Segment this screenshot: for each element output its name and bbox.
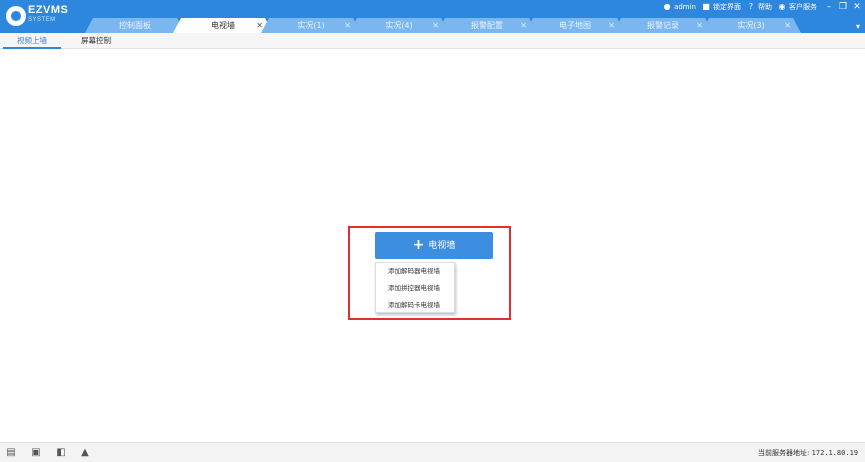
server-address-label: 当前服务器地址: [758,449,810,457]
logo-icon [6,6,26,26]
service-label: 客户服务 [789,3,817,11]
help-button[interactable]: ? 帮助 [747,2,772,12]
tab-label: 报警记录 [647,21,679,30]
close-icon[interactable]: ✕ [784,18,791,33]
chevron-down-icon: ▾ [855,22,860,31]
service-button[interactable]: ◉ 客户服务 [778,2,818,12]
restore-button[interactable]: ❐ [837,1,849,13]
status-bar: ▤ ▣ ◧ ▲ 当前服务器地址: 172.1.80.19 [0,442,865,462]
server-address: 当前服务器地址: 172.1.80.19 [758,443,858,462]
menu-item-decode-card-wall[interactable]: 添加解码卡电视墙 [376,297,454,314]
tab-label: 控制面板 [119,21,151,30]
subtab-video-to-wall[interactable]: 视频上墙 [3,33,61,49]
tab-control-panel[interactable]: 控制面板 [85,18,185,33]
app-window: EZVMS SYSTEM 控制面板 电视墙 ✕ 实况(1) ✕ 实况(4) ✕ … [0,0,865,462]
headset-icon: ◉ [778,2,786,11]
tab-tv-wall[interactable]: 电视墙 ✕ [173,18,273,33]
main-area: + 电视墙 添加解码器电视墙 添加拼控器电视墙 添加解码卡电视墙 [0,50,865,442]
add-tv-wall-menu: 添加解码器电视墙 添加拼控器电视墙 添加解码卡电视墙 [375,262,455,313]
sub-tab-bar: 视频上墙 屏幕控制 [0,33,865,49]
tab-live-1[interactable]: 实况(1) ✕ [261,18,361,33]
subtab-label: 屏幕控制 [81,36,111,45]
menu-item-splicer-wall[interactable]: 添加拼控器电视墙 [376,280,454,297]
tab-label: 实况(4) [385,21,413,30]
subtab-label: 视频上墙 [17,36,47,45]
tab-label: 实况(3) [737,21,765,30]
close-icon[interactable]: ✕ [608,18,615,33]
close-icon[interactable]: ✕ [696,18,703,33]
logo-subtext: SYSTEM [28,17,56,23]
help-icon: ? [748,2,754,11]
title-bar: EZVMS SYSTEM 控制面板 电视墙 ✕ 实况(1) ✕ 实况(4) ✕ … [0,0,865,33]
close-icon: ✕ [853,2,861,12]
restore-icon: ❐ [838,2,848,12]
tab-alarm-log[interactable]: 报警记录 ✕ [613,18,713,33]
add-tv-wall-button[interactable]: + 电视墙 [375,232,493,259]
top-right-toolbar: ● admin ■ 锁定界面 ? 帮助 ◉ 客户服务 – ❐ ✕ [663,0,865,14]
user-icon: ● [663,2,671,11]
tab-label: 报警配置 [471,21,503,30]
lock-label: 锁定界面 [713,3,741,11]
minimize-icon: – [826,2,832,12]
warning-icon[interactable]: ▲ [79,447,91,459]
menu-item-decoder-wall[interactable]: 添加解码器电视墙 [376,263,454,280]
username: admin [674,3,696,11]
tab-label: 电子地图 [559,21,591,30]
logo-text: EZVMS [28,4,69,16]
tab-list-dropdown[interactable]: ▾ [853,22,863,32]
screenshot-icon[interactable]: ▣ [30,447,42,459]
tab-alarm-config[interactable]: 报警配置 ✕ [437,18,537,33]
lock-button[interactable]: ■ 锁定界面 [702,2,741,12]
tab-live-4[interactable]: 实况(4) ✕ [349,18,449,33]
device-settings-icon[interactable]: ◧ [55,447,67,459]
plus-icon: + [412,237,425,253]
close-icon[interactable]: ✕ [344,18,351,33]
subtab-screen-control[interactable]: 屏幕控制 [67,33,125,49]
lock-icon: ■ [702,2,710,11]
tab-emap[interactable]: 电子地图 ✕ [525,18,625,33]
server-ip: 172.1.80.19 [811,449,858,457]
help-label: 帮助 [758,3,772,11]
tab-live-3[interactable]: 实况(3) ✕ [701,18,801,33]
close-icon[interactable]: ✕ [520,18,527,33]
close-icon[interactable]: ✕ [432,18,439,33]
minimize-button[interactable]: – [823,1,835,13]
close-icon[interactable]: ✕ [256,18,263,33]
add-tv-wall-label: 电视墙 [428,241,456,251]
log-icon[interactable]: ▤ [5,447,17,459]
user-menu[interactable]: ● admin [663,2,696,12]
tab-label: 实况(1) [297,21,325,30]
tab-label: 电视墙 [211,21,235,30]
close-window-button[interactable]: ✕ [851,1,863,13]
